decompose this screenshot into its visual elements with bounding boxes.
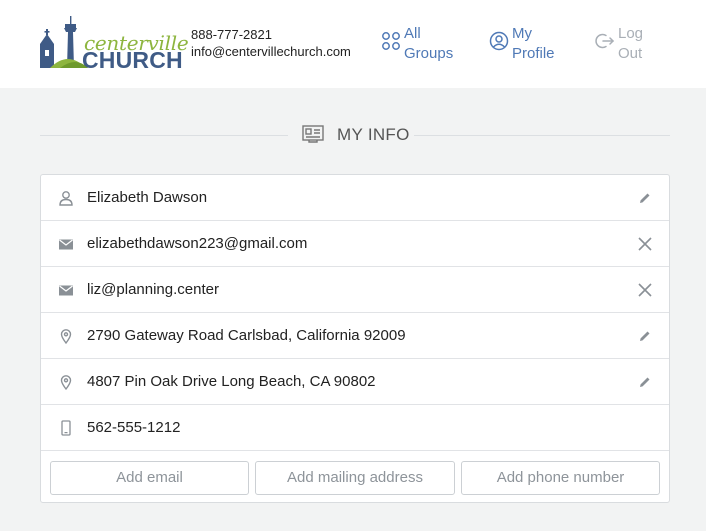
contact-phone: 888-777-2821 (191, 27, 272, 42)
info-row-phone: 562-555-1212 (41, 405, 669, 451)
id-card-icon (302, 125, 324, 143)
envelope-icon (58, 282, 74, 298)
nav-all-groups-line1: All (404, 25, 421, 42)
divider-right (414, 135, 670, 136)
contact-email: info@centervillechurch.com (191, 44, 351, 59)
info-row-text: 2790 Gateway Road Carlsbad, California 9… (87, 327, 406, 344)
my-info-list: Elizabeth Dawson elizabethdawson223@gmai… (40, 174, 670, 503)
contact-info: 888-777-2821 info@centervillechurch.com (191, 26, 351, 60)
info-row-email-1: elizabethdawson223@gmail.com (41, 221, 669, 267)
nav-all-groups-line2: Groups (404, 45, 454, 62)
info-row-text: 562-555-1212 (87, 419, 181, 436)
logo-word-church: CHURCH (82, 47, 183, 73)
groups-icon (381, 31, 401, 51)
nav-log-out-line2: Out (618, 45, 643, 62)
mobile-phone-icon (58, 420, 74, 436)
section-title: MY INFO (337, 125, 410, 144)
nav-my-profile-line1: My (512, 25, 532, 42)
logout-icon (595, 31, 615, 51)
nav-my-profile-line2: Profile (512, 45, 555, 62)
edit-icon[interactable] (637, 328, 653, 344)
info-row-address-2: 4807 Pin Oak Drive Long Beach, CA 90802 (41, 359, 669, 405)
info-row-email-2: liz@planning.center (41, 267, 669, 313)
info-row-address-1: 2790 Gateway Road Carlsbad, California 9… (41, 313, 669, 359)
section-heading: MY INFO (40, 122, 670, 148)
info-row-text: 4807 Pin Oak Drive Long Beach, CA 90802 (87, 373, 376, 390)
map-pin-icon (58, 328, 74, 345)
edit-icon[interactable] (637, 190, 653, 206)
person-icon (58, 190, 74, 206)
add-email-button[interactable]: Add email (50, 461, 249, 495)
map-pin-icon (58, 374, 74, 391)
close-icon[interactable] (637, 282, 653, 298)
info-row-text: liz@planning.center (87, 281, 219, 298)
profile-icon (489, 31, 509, 51)
info-row-name: Elizabeth Dawson (41, 175, 669, 221)
nav-log-out-line1: Log (618, 25, 644, 42)
info-row-text: elizabethdawson223@gmail.com (87, 235, 308, 252)
info-row-text: Elizabeth Dawson (87, 189, 208, 206)
site-header: centerville CHURCH 888-777-2821 info@cen… (0, 0, 706, 88)
close-icon[interactable] (637, 236, 653, 252)
divider-left (40, 135, 288, 136)
add-phone-number-button[interactable]: Add phone number (461, 461, 660, 495)
envelope-icon (58, 236, 74, 252)
church-logo[interactable]: centerville CHURCH (38, 14, 189, 73)
add-mailing-address-button[interactable]: Add mailing address (255, 461, 455, 495)
edit-icon[interactable] (637, 374, 653, 390)
